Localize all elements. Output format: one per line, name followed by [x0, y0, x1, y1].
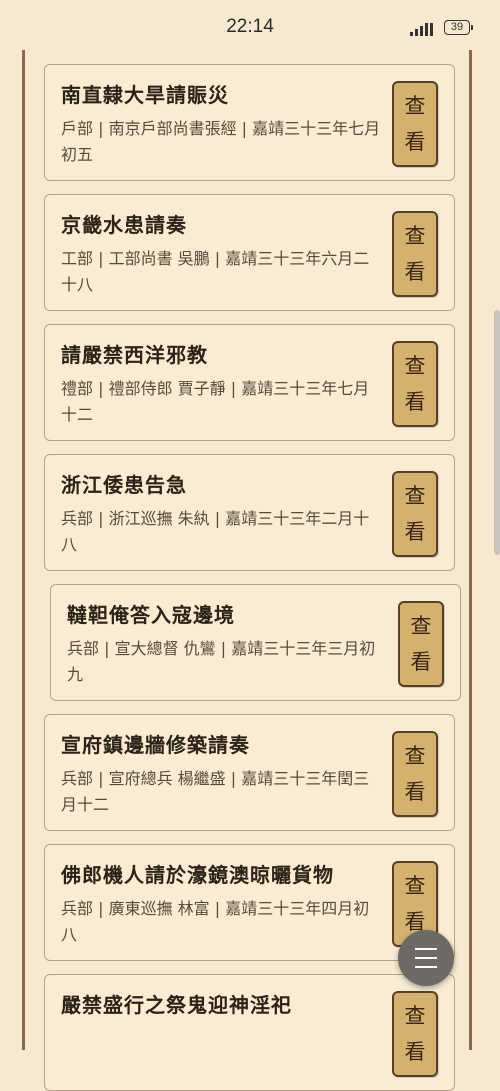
view-button-label: 查看 [404, 354, 426, 414]
memorial-meta: 禮部 | 禮部侍郎 賈子靜 | 嘉靖三十三年七月十二 [61, 379, 370, 424]
memorial-meta: 工部 | 工部尚書 吳鵬 | 嘉靖三十三年六月二十八 [61, 249, 370, 294]
memorial-meta: 兵部 | 宣大總督 仇鸞 | 嘉靖三十三年三月初九 [67, 639, 376, 684]
memorial-title: 韃靼俺答入寇邊境 [67, 603, 235, 627]
view-button[interactable]: 查看 [392, 731, 438, 817]
memorial-title: 宣府鎮邊牆修築請奏 [61, 733, 250, 757]
view-button[interactable]: 查看 [392, 341, 438, 427]
memorial-meta: 兵部 | 廣東巡撫 林富 | 嘉靖三十三年四月初八 [61, 899, 370, 944]
view-button[interactable]: 查看 [398, 601, 444, 687]
battery-level: 39 [450, 21, 464, 33]
memorial-card: 浙江倭患告急 兵部 | 浙江巡撫 朱紈 | 嘉靖三十三年二月十八 查看 [44, 454, 455, 571]
memorial-card: 韃靼俺答入寇邊境 兵部 | 宣大總督 仇鸞 | 嘉靖三十三年三月初九 查看 [50, 584, 461, 701]
status-bar: 22:14 39 [0, 0, 500, 56]
memorial-title: 京畿水患請奏 [61, 213, 187, 237]
scroll-indicator[interactable] [494, 310, 500, 555]
view-button-label: 查看 [404, 484, 426, 544]
memorial-title: 嚴禁盛行之祭鬼迎神淫祀 [61, 993, 292, 1017]
memorial-card: 請嚴禁西洋邪教 禮部 | 禮部侍郎 賈子靜 | 嘉靖三十三年七月十二 查看 [44, 324, 455, 441]
memorial-card: 宣府鎮邊牆修築請奏 兵部 | 宣府總兵 楊繼盛 | 嘉靖三十三年閏三月十二 查看 [44, 714, 455, 831]
signal-icon [410, 22, 434, 36]
memorial-meta: 戶部 | 南京戶部尚書張經 | 嘉靖三十三年七月初五 [61, 119, 381, 164]
view-button-label: 查看 [410, 614, 432, 674]
view-button-label: 查看 [404, 1004, 426, 1064]
memorial-title: 南直隸大旱請賑災 [61, 83, 229, 107]
hamburger-menu-icon[interactable] [398, 930, 454, 986]
memorial-meta: 兵部 | 宣府總兵 楊繼盛 | 嘉靖三十三年閏三月十二 [61, 769, 370, 814]
memorial-title: 請嚴禁西洋邪教 [61, 343, 208, 367]
view-button[interactable]: 查看 [392, 81, 438, 167]
memorial-meta: 兵部 | 浙江巡撫 朱紈 | 嘉靖三十三年二月十八 [61, 509, 370, 554]
view-button[interactable]: 查看 [392, 991, 438, 1077]
battery-icon: 39 [444, 20, 473, 35]
memorial-title: 佛郎機人請於濠鏡澳晾曬貨物 [61, 863, 334, 887]
view-button-label: 查看 [404, 94, 426, 154]
memorial-card: 嚴禁盛行之祭鬼迎神淫祀 查看 [44, 974, 455, 1091]
view-button[interactable]: 查看 [392, 211, 438, 297]
memorial-title: 浙江倭患告急 [61, 473, 187, 497]
view-button-label: 查看 [404, 744, 426, 804]
memorial-card: 京畿水患請奏 工部 | 工部尚書 吳鵬 | 嘉靖三十三年六月二十八 查看 [44, 194, 455, 311]
memorial-card: 南直隸大旱請賑災 戶部 | 南京戶部尚書張經 | 嘉靖三十三年七月初五 查看 [44, 64, 455, 181]
view-button-label: 查看 [404, 224, 426, 284]
memorial-card: 佛郎機人請於濠鏡澳晾曬貨物 兵部 | 廣東巡撫 林富 | 嘉靖三十三年四月初八 … [44, 844, 455, 961]
view-button[interactable]: 查看 [392, 471, 438, 557]
